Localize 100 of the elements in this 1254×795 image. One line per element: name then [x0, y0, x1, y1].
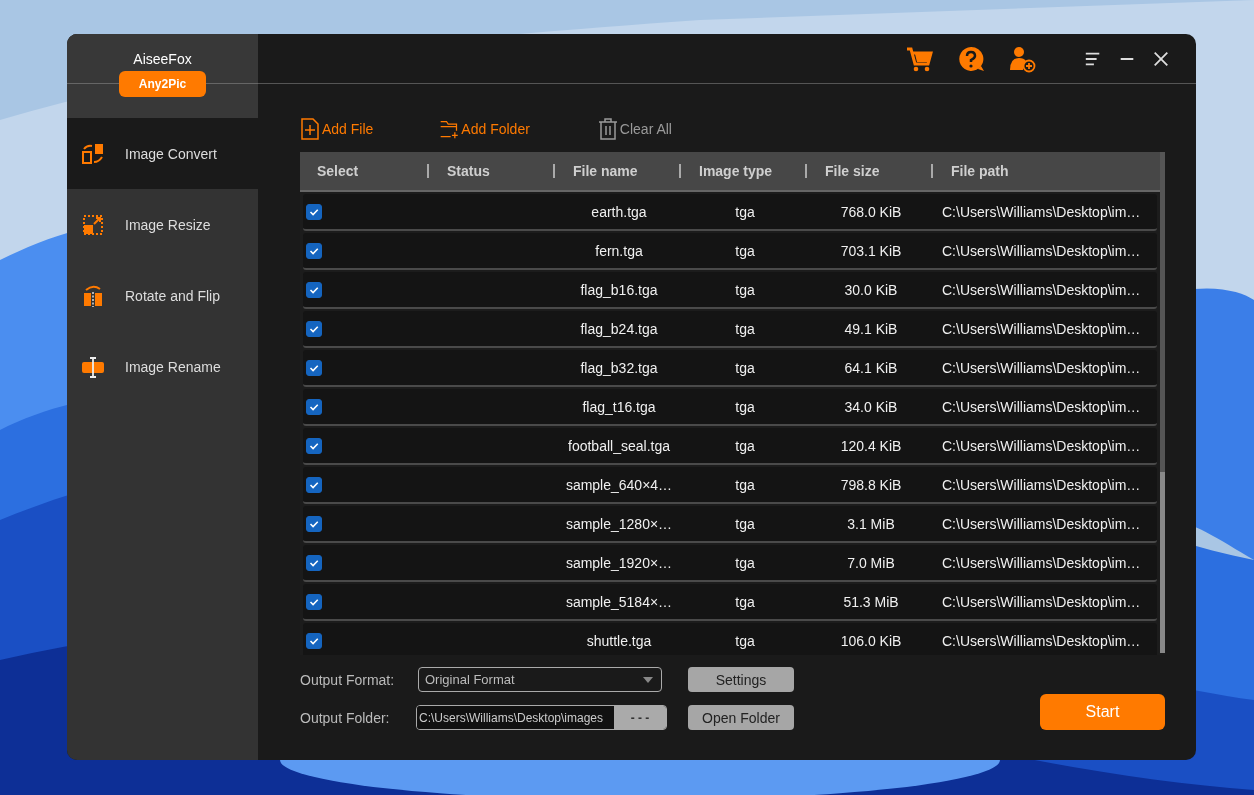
table-cell-text: tga [734, 476, 756, 493]
file-row[interactable]: flag_b24.tga tga 49.1 KiB C:\Users\Williams\Desktop\im… [303, 311, 1157, 348]
caret-icon [643, 676, 653, 683]
table-cell-text: sample_1280×… [564, 515, 674, 532]
table-cell-text: 3.1 MiB [846, 515, 896, 532]
checkbox[interactable] [306, 438, 322, 455]
sidebar-item[interactable]: Image Resize [67, 189, 258, 260]
file-row[interactable]: flag_b32.tga tga 64.1 KiB C:\Users\Williams\Desktop\im… [303, 350, 1157, 387]
brand-name: AiseeFox [133, 51, 192, 67]
table-cell-text: sample_1920×… [564, 554, 674, 571]
file-row[interactable]: sample_1920×… tga 7.0 MiB C:\Users\Williams\Desktop\im… [303, 545, 1157, 582]
sidebar-item[interactable]: Image Convert [67, 118, 258, 189]
file-row[interactable]: sample_1280×… tga 3.1 MiB C:\Users\Williams\Desktop\im… [303, 506, 1157, 543]
file-row[interactable]: flag_t16.tga tga 34.0 KiB C:\Users\Williams\Desktop\im… [303, 389, 1157, 426]
file-row[interactable]: fern.tga tga 703.1 KiB C:\Users\Williams\Desktop\im… [303, 233, 1157, 270]
checkbox[interactable] [306, 360, 322, 377]
column-header[interactable]: File size [805, 164, 931, 178]
table-cell-text: 798.8 KiB [839, 476, 903, 493]
table-cell-text: 120.4 KiB [839, 437, 903, 454]
open-folder-button[interactable]: Open Folder [688, 705, 794, 730]
toolbar-button[interactable]: Add Folder [439, 118, 530, 140]
checkbox[interactable] [306, 204, 322, 221]
table-cell-text: flag_t16.tga [581, 398, 657, 415]
table-cell-text: 49.1 KiB [843, 320, 899, 337]
help-icon[interactable] [957, 44, 985, 73]
checkbox[interactable] [306, 243, 322, 260]
table-cell-text: tga [734, 203, 756, 220]
table-cell-text: tga [734, 632, 756, 649]
table-cell-text: flag_b32.tga [579, 359, 659, 376]
checkbox[interactable] [306, 633, 322, 650]
table-cell-text: tga [734, 242, 756, 259]
checkbox[interactable] [306, 321, 322, 338]
table-cell-text: 703.1 KiB [839, 242, 903, 259]
table-cell-text: football_seal.tga [567, 437, 671, 454]
table-cell-text: flag_b16.tga [579, 281, 659, 298]
table-cell-text: C:\Users\Williams\Desktop\im… [941, 242, 1142, 259]
table-cell-text: 106.0 KiB [839, 632, 903, 649]
table-cell-text: shuttle.tga [585, 632, 653, 649]
table-cell-text: sample_5184×… [564, 593, 674, 610]
format-dropdown[interactable]: Original Format [418, 667, 662, 692]
convert-icon [81, 141, 105, 166]
product-badge: Any2Pic [118, 71, 207, 97]
resize-icon [81, 212, 105, 237]
table-cell-text: 30.0 KiB [843, 281, 899, 298]
sidebar-item[interactable]: Image Rename [67, 331, 258, 402]
table-cell-text: tga [734, 515, 756, 532]
table-cell-text: earth.tga [590, 203, 648, 220]
column-header[interactable]: Image type [679, 164, 805, 178]
rename-icon [81, 354, 105, 379]
field-label: Output Folder: [300, 709, 391, 726]
table-cell-text: C:\Users\Williams\Desktop\im… [941, 281, 1142, 298]
table-cell-text: C:\Users\Williams\Desktop\im… [941, 359, 1142, 376]
trash-icon [597, 118, 618, 140]
table-cell-text: tga [734, 437, 756, 454]
table-cell-text: tga [734, 320, 756, 337]
file-row[interactable]: football_seal.tga tga 120.4 KiB C:\Users\Williams\Desktop\im… [303, 428, 1157, 465]
table-cell-text: tga [734, 281, 756, 298]
sidebar-item[interactable]: Rotate and Flip [67, 260, 258, 331]
settings-button[interactable]: Settings [688, 667, 794, 692]
table-cell-text: tga [734, 359, 756, 376]
file-row[interactable]: sample_5184×… tga 51.3 MiB C:\Users\Williams\Desktop\im… [303, 584, 1157, 621]
column-header[interactable]: Status [427, 164, 553, 178]
file-row[interactable]: earth.tga tga 768.0 KiB C:\Users\Williams\Desktop\im… [303, 194, 1157, 231]
rotate-flip-icon [81, 283, 105, 308]
checkbox[interactable] [306, 282, 322, 299]
table-cell-text: fern.tga [594, 242, 644, 259]
file-row[interactable]: flag_b16.tga tga 30.0 KiB C:\Users\Williams\Desktop\im… [303, 272, 1157, 309]
checkbox[interactable] [306, 516, 322, 533]
table-cell-text: 64.1 KiB [843, 359, 899, 376]
table-cell-text: C:\Users\Williams\Desktop\im… [941, 476, 1142, 493]
table-cell-text: C:\Users\Williams\Desktop\im… [941, 320, 1142, 337]
table-cell-text: C:\Users\Williams\Desktop\im… [941, 593, 1142, 610]
toolbar-button[interactable]: Add File [300, 118, 374, 140]
table-cell-text: C:\Users\Williams\Desktop\im… [941, 398, 1142, 415]
scrollbar[interactable] [1160, 152, 1165, 653]
table-cell-text: tga [734, 593, 756, 610]
table-cell-text: C:\Users\Williams\Desktop\im… [941, 203, 1142, 220]
close-icon[interactable] [1152, 49, 1170, 68]
table-cell-text: 34.0 KiB [843, 398, 899, 415]
table-cell-text: C:\Users\Williams\Desktop\im… [941, 632, 1142, 649]
table-cell-text: C:\Users\Williams\Desktop\im… [941, 554, 1142, 571]
checkbox[interactable] [306, 477, 322, 494]
file-row[interactable]: sample_640×4… tga 798.8 KiB C:\Users\Williams\Desktop\im… [303, 467, 1157, 504]
checkbox[interactable] [306, 555, 322, 572]
table-cell-text: C:\Users\Williams\Desktop\im… [941, 437, 1142, 454]
add-user-icon[interactable] [1008, 44, 1036, 73]
add-folder-icon [439, 118, 460, 140]
column-header[interactable]: Select [300, 164, 427, 178]
table-cell-text: tga [734, 554, 756, 571]
table-cell-text: flag_b24.tga [579, 320, 659, 337]
field-label: Output Format: [300, 671, 396, 688]
table-cell-text: 768.0 KiB [839, 203, 903, 220]
checkbox[interactable] [306, 594, 322, 611]
column-header[interactable]: File name [553, 164, 679, 178]
table-cell-text: C:\Users\Williams\Desktop\im… [941, 515, 1142, 532]
file-row[interactable]: shuttle.tga tga 106.0 KiB C:\Users\Williams\Desktop\im… [303, 623, 1157, 655]
table-cell-text: sample_640×4… [564, 476, 674, 493]
checkbox[interactable] [306, 399, 322, 416]
add-file-icon [300, 118, 320, 140]
table-cell-text: 7.0 MiB [846, 554, 896, 571]
